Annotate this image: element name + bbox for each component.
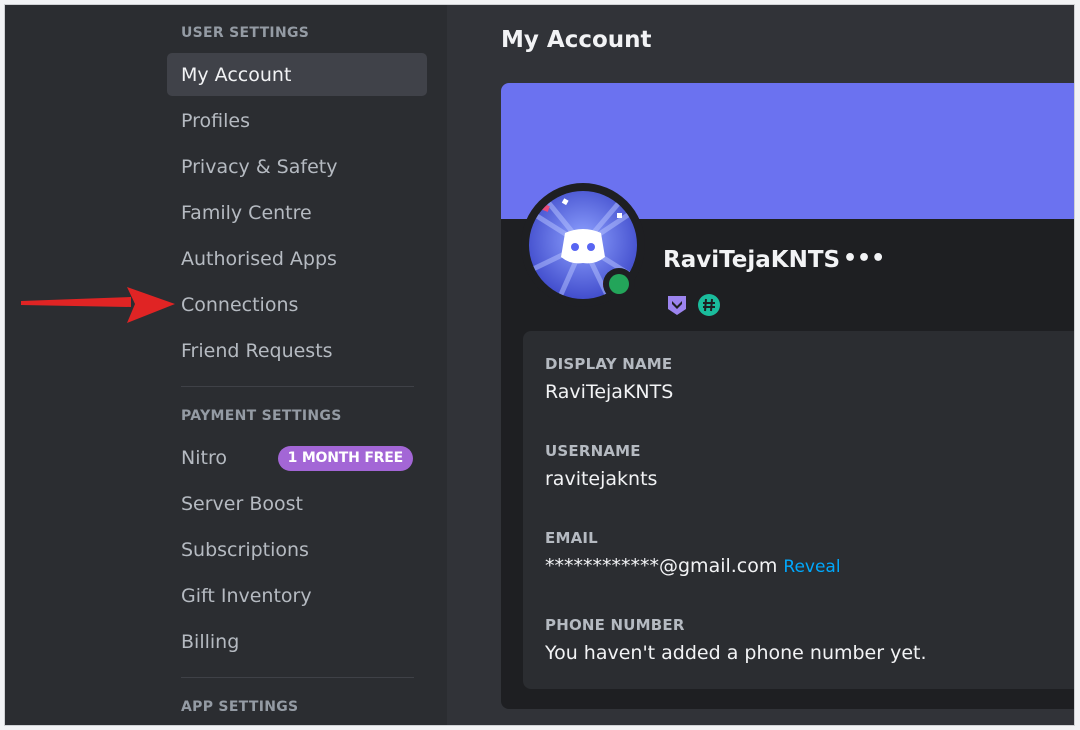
app-settings-header: APP SETTINGS [181, 699, 299, 715]
settings-sidebar: USER SETTINGS My Account Profiles Privac… [5, 5, 447, 725]
page-title: My Account [501, 27, 652, 53]
sidebar-item-label: Gift Inventory [181, 584, 312, 607]
sidebar-item-label: Nitro [181, 446, 227, 469]
more-options-icon[interactable]: ••• [843, 248, 885, 271]
display-name-value: RaviTejaKNTS [545, 381, 674, 403]
sidebar-item-subscriptions[interactable]: Subscriptions [167, 528, 427, 571]
hypesquad-icon[interactable] [665, 293, 689, 317]
sidebar-item-label: Connections [181, 293, 299, 316]
user-settings-header: USER SETTINGS [181, 25, 310, 41]
sidebar-item-label: Authorised Apps [181, 247, 337, 270]
sidebar-divider [181, 386, 414, 387]
email-value: ************@gmail.com [545, 555, 778, 577]
sidebar-item-my-account[interactable]: My Account [167, 53, 427, 96]
sidebar-item-connections[interactable]: Connections [167, 283, 427, 326]
username-value: ravitejaknts [545, 468, 658, 490]
email-row: ************@gmail.com Reveal [545, 555, 841, 577]
account-info-panel: DISPLAY NAME RaviTejaKNTS USERNAME ravit… [523, 331, 1074, 689]
sidebar-item-label: Subscriptions [181, 538, 309, 561]
display-name-label: DISPLAY NAME [545, 355, 673, 373]
username-label: USERNAME [545, 442, 641, 460]
payment-settings-header: PAYMENT SETTINGS [181, 408, 342, 424]
sidebar-item-label: Billing [181, 630, 240, 653]
main-content: My Account RaviTejaKNTS ••• DISPLAY NAME… [447, 5, 1074, 725]
sidebar-item-label: Friend Requests [181, 339, 333, 362]
sidebar-item-label: Server Boost [181, 492, 303, 515]
avatar[interactable] [521, 183, 645, 307]
sidebar-item-label: Privacy & Safety [181, 155, 338, 178]
reveal-email-link[interactable]: Reveal [783, 557, 840, 577]
sidebar-item-label: Family Centre [181, 201, 312, 224]
sidebar-item-billing[interactable]: Billing [167, 620, 427, 663]
nitro-promo-badge: 1 MONTH FREE [277, 446, 413, 471]
sidebar-divider [181, 677, 414, 678]
sidebar-item-nitro[interactable]: Nitro 1 MONTH FREE [167, 436, 427, 479]
phone-number-value: You haven't added a phone number yet. [545, 642, 927, 664]
sidebar-item-server-boost[interactable]: Server Boost [167, 482, 427, 525]
status-online-indicator [603, 268, 635, 300]
email-label: EMAIL [545, 529, 598, 547]
sidebar-item-authorised-apps[interactable]: Authorised Apps [167, 237, 427, 280]
phone-number-label: PHONE NUMBER [545, 616, 685, 634]
discord-settings-window: USER SETTINGS My Account Profiles Privac… [4, 4, 1075, 726]
profile-badges [665, 293, 721, 317]
sidebar-item-friend-requests[interactable]: Friend Requests [167, 329, 427, 372]
sidebar-item-family-centre[interactable]: Family Centre [167, 191, 427, 234]
account-profile-card: RaviTejaKNTS ••• DISPLAY NAME RaviTejaKN… [501, 83, 1074, 709]
sidebar-item-label: My Account [181, 63, 292, 86]
sidebar-item-profiles[interactable]: Profiles [167, 99, 427, 142]
hashtag-icon[interactable] [697, 293, 721, 317]
red-arrow-annotation-icon [21, 287, 175, 323]
sidebar-item-label: Profiles [181, 109, 250, 132]
profile-username: RaviTejaKNTS [663, 247, 841, 273]
sidebar-item-gift-inventory[interactable]: Gift Inventory [167, 574, 427, 617]
sidebar-item-privacy-safety[interactable]: Privacy & Safety [167, 145, 427, 188]
